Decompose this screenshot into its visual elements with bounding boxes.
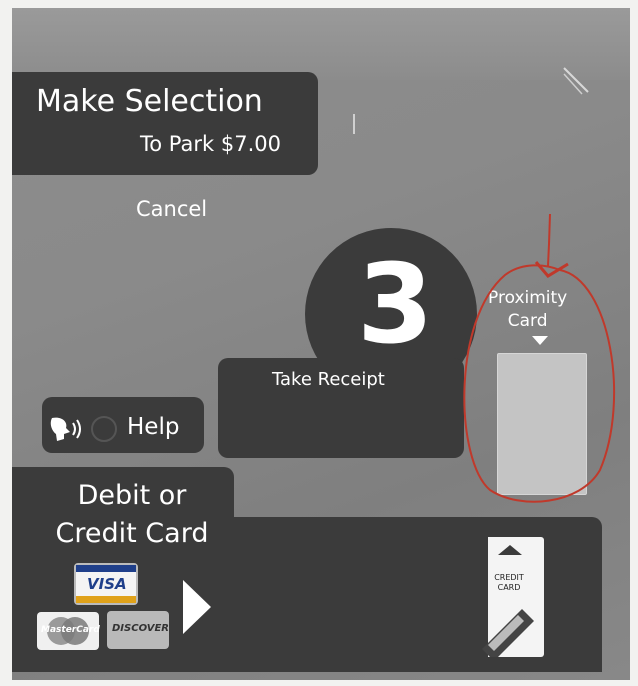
card-payment-title: Debit or Credit Card	[32, 477, 232, 553]
step-number: 3	[357, 240, 434, 368]
proximity-label-line2: Card	[507, 311, 548, 331]
reader-label-line2: CARD	[497, 583, 521, 592]
card-insert-icon	[482, 609, 534, 657]
proximity-card-label: Proximity Card	[488, 287, 567, 333]
discover-logo: DISCOVER	[107, 611, 169, 649]
mastercard-logo: MasterCard	[37, 612, 100, 650]
reader-label-line1: CREDIT	[494, 573, 524, 582]
discover-logo-text: DISCOVER	[112, 623, 169, 634]
proximity-label-line1: Proximity	[488, 288, 568, 308]
right-arrow-icon	[183, 580, 211, 634]
mastercard-logo-text: MasterCard	[41, 625, 100, 635]
visa-logo: VISA	[74, 563, 138, 605]
take-receipt-label: Take Receipt	[272, 369, 385, 390]
page-title: Make Selection	[36, 84, 263, 119]
audio-help-icon	[48, 414, 120, 448]
credit-card-reader[interactable]	[474, 537, 544, 657]
visa-logo-text: VISA	[87, 575, 127, 593]
cancel-button[interactable]: Cancel	[136, 197, 207, 221]
card-title-line2: Credit Card	[55, 518, 209, 549]
parking-price: To Park $7.00	[140, 132, 281, 156]
credit-card-reader-label: CREDIT CARD	[468, 573, 550, 593]
card-title-line1: Debit or	[77, 480, 187, 511]
help-label: Help	[127, 414, 180, 440]
down-arrow-icon	[532, 336, 548, 345]
